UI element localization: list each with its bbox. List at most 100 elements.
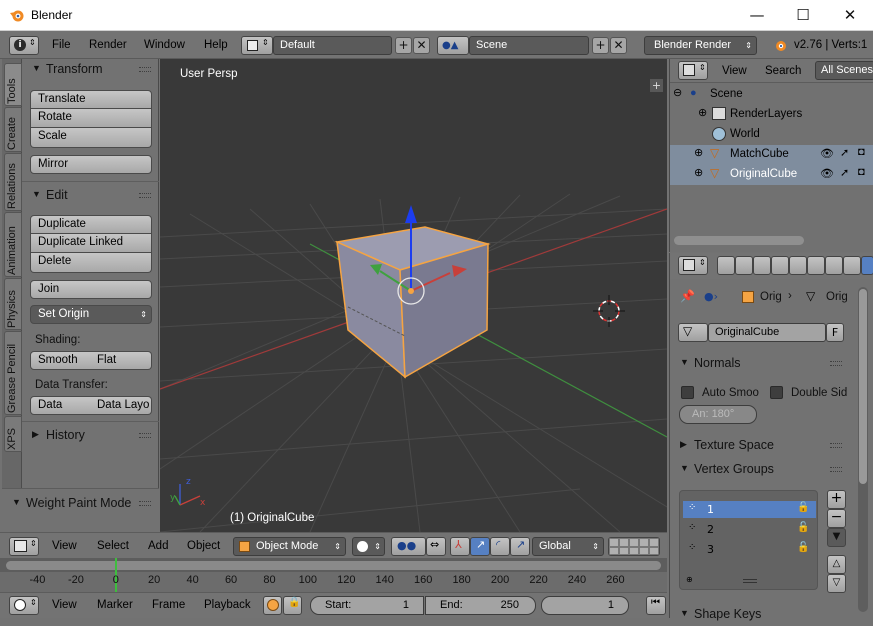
- 3d-cursor[interactable]: [593, 295, 625, 327]
- drag-grip-icon[interactable]: [830, 467, 842, 472]
- tab-create[interactable]: Create: [4, 107, 22, 152]
- transform-manipulators-toggle[interactable]: ⅄: [450, 537, 470, 556]
- maximize-button[interactable]: ☐: [780, 0, 826, 30]
- drag-grip-icon[interactable]: [830, 361, 842, 366]
- remove-scene-icon[interactable]: ✕: [610, 37, 627, 54]
- outliner-h-scrollbar[interactable]: [674, 236, 804, 245]
- editor-type-3d-view-button[interactable]: ⇕: [9, 537, 39, 556]
- rotate-button[interactable]: Rotate: [30, 109, 152, 128]
- screen-layout-name[interactable]: Default: [273, 36, 392, 55]
- current-frame-field[interactable]: 1: [541, 596, 629, 615]
- scene-selector[interactable]: ●▲: [437, 36, 469, 55]
- tab-physics[interactable]: Physics: [4, 278, 22, 330]
- add-vertex-group-button[interactable]: +: [827, 490, 846, 509]
- set-origin-dropdown[interactable]: Set Origin ⇕: [30, 305, 152, 324]
- menu-file[interactable]: File: [52, 39, 71, 51]
- vertex-group-row-selected[interactable]: ⁘ 1 🔓: [683, 501, 816, 518]
- menu-frame[interactable]: Frame: [152, 599, 185, 611]
- lock-icon[interactable]: 🔓: [797, 542, 809, 553]
- join-button[interactable]: Join: [30, 280, 152, 299]
- scale-button[interactable]: Scale: [30, 128, 152, 148]
- object-tab[interactable]: [789, 256, 807, 275]
- tab-animation[interactable]: Animation: [4, 212, 22, 277]
- selectability-cursor-icon[interactable]: ➚: [840, 146, 849, 159]
- smooth-button[interactable]: Smooth: [30, 351, 91, 370]
- timeline[interactable]: -40 -20 0 20 40 60 80 100 120 140 160 180 200 220 240 2…: [0, 558, 667, 592]
- duplicate-linked-button[interactable]: Duplicate Linked: [30, 234, 152, 253]
- double-sided-checkbox[interactable]: [770, 386, 783, 399]
- data-layout-button[interactable]: Data Layo: [90, 396, 152, 415]
- viewport-canvas[interactable]: z x y: [160, 59, 667, 532]
- fake-user-button[interactable]: F: [826, 323, 844, 342]
- filter-options-icon[interactable]: ⊕: [686, 575, 693, 584]
- shape-keys-panel-header[interactable]: ▼ Shape Keys: [670, 604, 850, 626]
- outliner-row-renderlayers[interactable]: ⊕ RenderLayers: [670, 105, 873, 125]
- translate-button[interactable]: Translate: [30, 90, 152, 109]
- pivot-point-dropdown[interactable]: ●●: [391, 537, 426, 556]
- edit-panel-header[interactable]: ▼ Edit: [22, 185, 159, 207]
- tab-grease-pencil[interactable]: Grease Pencil: [4, 331, 22, 415]
- mesh-name-field[interactable]: OriginalCube: [708, 323, 826, 342]
- tab-tools[interactable]: Tools: [4, 63, 22, 106]
- expand-icon[interactable]: ⊕: [694, 166, 703, 179]
- menu-marker[interactable]: Marker: [97, 599, 133, 611]
- auto-smooth-angle-field[interactable]: An: 180°: [679, 405, 757, 424]
- remove-screen-icon[interactable]: ✕: [413, 37, 430, 54]
- outliner-row-scene[interactable]: ⊖ ● Scene: [670, 85, 873, 105]
- lock-icon[interactable]: 🔓: [797, 502, 809, 513]
- mesh-browse-button[interactable]: ▽: [678, 323, 708, 342]
- delete-button[interactable]: Delete: [30, 253, 152, 273]
- tab-relations[interactable]: Relations: [4, 153, 22, 211]
- drag-grip-icon[interactable]: [139, 433, 151, 438]
- rotate-manipulator-toggle[interactable]: ◜: [490, 537, 510, 556]
- timeline-scrollbar[interactable]: [6, 561, 661, 570]
- drag-grip-icon[interactable]: [830, 443, 842, 448]
- renderability-camera-icon[interactable]: ◘: [858, 166, 865, 178]
- editor-type-properties-button[interactable]: ⇕: [678, 256, 708, 275]
- outliner-row-originalcube[interactable]: ⊕ ▽ OriginalCube 👁 ➚ ◘: [670, 165, 873, 185]
- transform-orientation-dropdown[interactable]: Global ⇕: [532, 537, 604, 556]
- outliner-menu-view[interactable]: View: [722, 65, 747, 77]
- constraints-tab[interactable]: [807, 256, 825, 275]
- flat-button[interactable]: Flat: [90, 351, 152, 370]
- menu-playback[interactable]: Playback: [204, 599, 251, 611]
- menu-window[interactable]: Window: [144, 39, 185, 51]
- manipulator-center-button[interactable]: ⇔: [426, 537, 446, 556]
- screen-layout-selector[interactable]: ⇕: [241, 36, 273, 55]
- visibility-eye-icon[interactable]: 👁: [820, 147, 834, 160]
- mirror-button[interactable]: Mirror: [30, 155, 152, 174]
- editor-type-outliner-button[interactable]: ⇕: [678, 61, 708, 80]
- wrench-tab[interactable]: [843, 256, 861, 275]
- drag-grip-icon[interactable]: [139, 193, 151, 198]
- move-up-button[interactable]: △: [827, 555, 846, 574]
- 3d-viewport[interactable]: z x y User Persp (1) OriginalCube +: [160, 59, 667, 532]
- menu-select[interactable]: Select: [97, 540, 129, 552]
- menu-object[interactable]: Object: [187, 540, 220, 552]
- editor-type-info-button[interactable]: i ⇕: [9, 36, 39, 55]
- outliner-menu-search[interactable]: Search: [765, 65, 801, 77]
- normals-panel-header[interactable]: ▼ Normals: [670, 353, 850, 375]
- collapse-icon[interactable]: ⊖: [673, 86, 682, 99]
- scene-name[interactable]: Scene: [469, 36, 589, 55]
- modifiers-tab[interactable]: [825, 256, 843, 275]
- scale-manipulator-toggle[interactable]: ↗: [510, 537, 530, 556]
- properties-scrollbar[interactable]: [859, 289, 867, 484]
- render-engine-dropdown[interactable]: Blender Render ⇕: [644, 36, 757, 55]
- expand-icon[interactable]: ⊕: [694, 146, 703, 159]
- data-transfer-button[interactable]: Data: [30, 396, 91, 415]
- render-layers-tab[interactable]: [735, 256, 753, 275]
- auto-smooth-checkbox[interactable]: [681, 386, 694, 399]
- selectability-cursor-icon[interactable]: ➚: [840, 166, 849, 179]
- outliner-row-world[interactable]: World: [670, 125, 873, 145]
- close-button[interactable]: ✕: [827, 0, 873, 30]
- list-resize-grip-icon[interactable]: [743, 579, 757, 583]
- mode-dropdown[interactable]: Object Mode ⇕: [233, 537, 346, 556]
- translate-manipulator-toggle[interactable]: ↗: [470, 537, 490, 556]
- end-frame-field[interactable]: End: 250: [425, 596, 536, 615]
- add-screen-icon[interactable]: +: [395, 37, 412, 54]
- scene-tab[interactable]: [753, 256, 771, 275]
- vertex-group-row[interactable]: ⁘ 2 🔓: [683, 521, 816, 538]
- move-down-button[interactable]: ▽: [827, 574, 846, 593]
- original-cube[interactable]: [334, 226, 491, 379]
- tab-xps[interactable]: XPS: [4, 416, 22, 452]
